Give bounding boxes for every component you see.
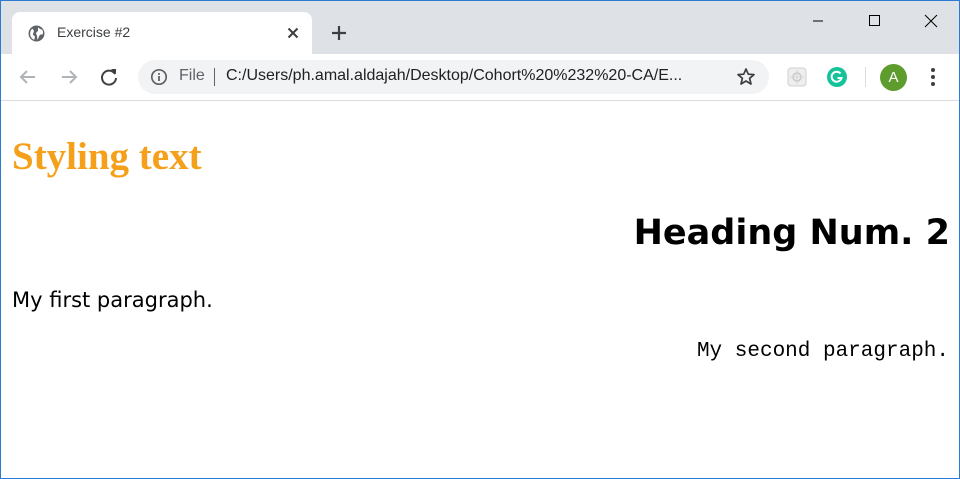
close-icon[interactable] bbox=[284, 24, 302, 42]
minimize-icon[interactable] bbox=[795, 7, 841, 35]
browser-tab[interactable]: Exercise #2 bbox=[12, 12, 312, 54]
page-heading-2: Heading Num. 2 bbox=[633, 213, 950, 253]
plus-icon[interactable] bbox=[329, 23, 349, 43]
tab-title: Exercise #2 bbox=[57, 24, 131, 40]
reload-icon[interactable] bbox=[98, 66, 120, 88]
page-heading-1: Styling text bbox=[12, 135, 202, 178]
close-window-icon[interactable] bbox=[908, 7, 954, 35]
omnibox-divider bbox=[214, 68, 215, 86]
scheme-chip: File bbox=[179, 67, 205, 84]
back-arrow-icon[interactable] bbox=[17, 66, 39, 88]
first-paragraph: My first paragraph. bbox=[12, 288, 213, 312]
grammarly-icon[interactable] bbox=[826, 66, 848, 88]
extension-icon[interactable] bbox=[786, 66, 808, 88]
maximize-icon[interactable] bbox=[851, 7, 897, 35]
url-text[interactable]: C:/Users/ph.amal.aldajah/Desktop/Cohort%… bbox=[226, 67, 726, 85]
forward-arrow-icon[interactable] bbox=[58, 66, 80, 88]
toolbar-divider bbox=[865, 67, 866, 87]
profile-avatar[interactable]: A bbox=[880, 64, 907, 91]
second-paragraph: My second paragraph. bbox=[696, 340, 949, 363]
title-bar: Exercise #2 bbox=[1, 1, 959, 54]
page-content: Styling text Heading Num. 2 My first par… bbox=[1, 102, 959, 478]
browser-toolbar: File C:/Users/ph.amal.aldajah/Desktop/Co… bbox=[1, 54, 959, 101]
address-bar[interactable]: File C:/Users/ph.amal.aldajah/Desktop/Co… bbox=[138, 60, 769, 94]
kebab-menu-icon[interactable] bbox=[923, 66, 943, 88]
globe-icon bbox=[28, 25, 45, 42]
star-icon[interactable] bbox=[736, 67, 756, 87]
info-icon[interactable] bbox=[150, 68, 168, 86]
